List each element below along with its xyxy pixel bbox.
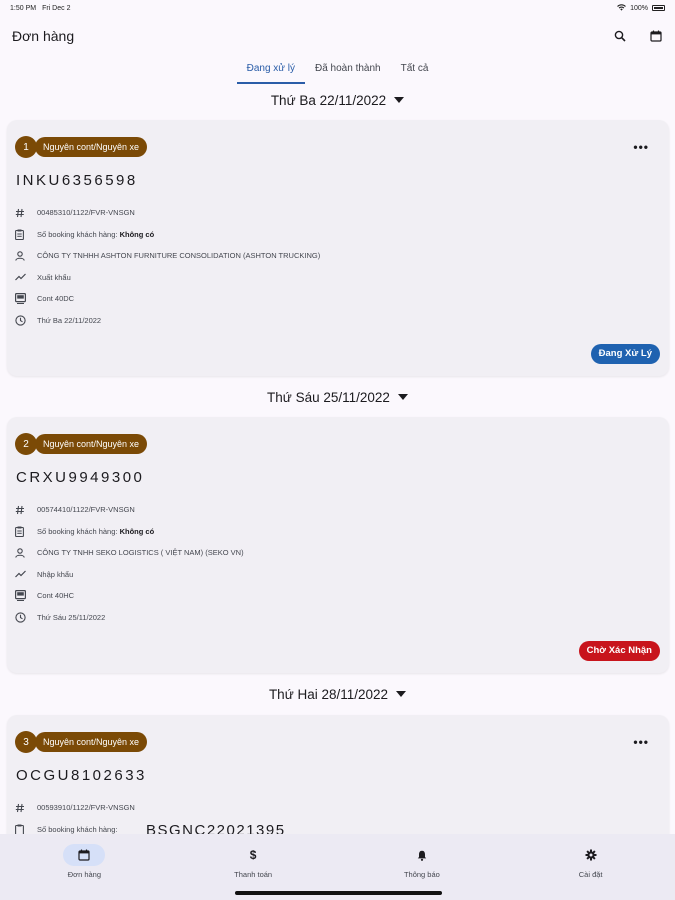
hash-icon (15, 207, 29, 219)
cont-type-row: Cont 40HC (15, 585, 244, 607)
date-group-header[interactable]: Thứ Sáu 25/11/2022 (0, 386, 675, 408)
status-bar: 1:50 PM Fri Dec 2 100% (0, 0, 675, 16)
battery-percent: 100% (630, 4, 648, 12)
tab-all[interactable]: Tất cả (391, 60, 439, 82)
nav-item-settings[interactable]: Cài đặt (506, 834, 675, 900)
trend-icon (15, 271, 29, 283)
gear-icon (570, 844, 612, 866)
order-code-row: 00593910/1122/FVR-VNSGN (15, 797, 135, 819)
battery-icon (652, 5, 665, 11)
chevron-down-icon (396, 691, 407, 697)
dollar-icon: $ (249, 848, 257, 862)
order-number-badge: 3 (15, 731, 37, 753)
booking-row: Số booking khách hàng: Không có (15, 521, 244, 543)
date-row: Thứ Sáu 25/11/2022 (15, 607, 244, 629)
tab-completed[interactable]: Đã hoàn thành (305, 60, 391, 82)
chevron-down-icon (394, 97, 405, 103)
search-icon[interactable] (613, 29, 627, 43)
customer-name: CÔNG TY TNHH SEKO LOGISTICS ( VIỆT NAM) … (37, 548, 244, 558)
clipboard-icon (15, 228, 29, 240)
status-badge: Đang Xử Lý (590, 344, 660, 364)
direction: Nhập khẩu (37, 569, 74, 579)
date-group-label: Thứ Hai 28/11/2022 (268, 686, 389, 702)
nav-label: Thanh toán (234, 870, 273, 879)
container-icon (15, 293, 29, 305)
order-type-badge: Nguyên cont/Nguyên xe (35, 434, 148, 454)
order-number-badge: 1 (15, 136, 37, 158)
order-code-row: 00574410/1122/FVR-VNSGN (15, 499, 244, 521)
trend-icon (15, 568, 29, 580)
hash-icon (15, 504, 29, 516)
calendar-icon[interactable] (649, 29, 663, 43)
clipboard-icon (15, 525, 29, 537)
direction-row: Xuất khẩu (15, 267, 320, 289)
date-group-header[interactable]: Thứ Ba 22/11/2022 (0, 89, 675, 111)
order-code: 00593910/1122/FVR-VNSGN (37, 803, 135, 813)
order-date: Thứ Ba 22/11/2022 (37, 315, 102, 325)
customer-row: CÔNG TY TNHHH ASHTON FURNITURE CONSOLIDA… (15, 245, 320, 267)
nav-item-orders[interactable]: Đơn hàng (0, 834, 169, 900)
container-number: CRXU9949300 (16, 469, 145, 486)
cont-type: Cont 40HC (37, 591, 75, 601)
booking-label: Số booking khách hàng: (37, 824, 118, 834)
person-icon (15, 250, 29, 262)
order-type-badge: Nguyên cont/Nguyên xe (35, 137, 148, 157)
tab-processing[interactable]: Đang xử lý (236, 60, 306, 84)
direction-row: Nhập khẩu (15, 564, 244, 586)
hash-icon (15, 802, 29, 814)
page-title: Đơn hàng (12, 28, 75, 44)
order-tabs: Đang xử lý Đã hoàn thành Tất cả (0, 60, 675, 84)
clock-icon (15, 611, 29, 623)
date-group-label: Thứ Ba 22/11/2022 (270, 92, 387, 108)
order-card[interactable]: 2 Nguyên cont/Nguyên xe CRXU9949300 0057… (7, 417, 669, 673)
chevron-down-icon (397, 394, 408, 400)
order-code: 00574410/1122/FVR-VNSGN (37, 505, 135, 515)
container-icon (15, 590, 29, 602)
more-options-icon[interactable]: ••• (633, 735, 649, 749)
cont-type-row: Cont 40DC (15, 288, 320, 310)
cont-type: Cont 40DC (37, 294, 75, 304)
container-number: INKU6356598 (16, 172, 138, 189)
status-badge: Chờ Xác Nhận (578, 641, 660, 661)
order-code-row: 00485310/1122/FVR-VNSGN (15, 202, 320, 224)
booking-label: Số booking khách hàng: (37, 526, 118, 536)
direction: Xuất khẩu (37, 272, 71, 282)
customer-name: CÔNG TY TNHHH ASHTON FURNITURE CONSOLIDA… (37, 251, 321, 261)
booking-label: Số booking khách hàng: (37, 229, 118, 239)
date-row: Thứ Ba 22/11/2022 (15, 310, 320, 332)
more-options-icon[interactable]: ••• (633, 140, 649, 154)
date-group-header[interactable]: Thứ Hai 28/11/2022 (0, 683, 675, 705)
nav-label: Đơn hàng (67, 870, 102, 879)
status-time: 1:50 PM (10, 4, 37, 12)
nav-label: Thông báo (403, 870, 440, 879)
bell-icon (401, 844, 443, 866)
order-date: Thứ Sáu 25/11/2022 (37, 612, 106, 622)
app-bar: Đơn hàng (0, 20, 675, 52)
person-icon (15, 547, 29, 559)
order-type-badge: Nguyên cont/Nguyên xe (35, 732, 148, 752)
booking-row: Số booking khách hàng: Không có (15, 224, 320, 246)
calendar-icon (63, 844, 106, 866)
order-card[interactable]: 1 Nguyên cont/Nguyên xe ••• INKU6356598 … (7, 120, 669, 376)
nav-label: Cài đặt (578, 870, 603, 879)
order-number-badge: 2 (15, 433, 37, 455)
home-indicator (235, 891, 442, 895)
date-group-label: Thứ Sáu 25/11/2022 (267, 389, 390, 405)
status-date: Fri Dec 2 (42, 4, 71, 12)
customer-row: CÔNG TY TNHH SEKO LOGISTICS ( VIỆT NAM) … (15, 542, 244, 564)
booking-value: Không có (119, 229, 155, 239)
wifi-icon (617, 3, 626, 13)
order-code: 00485310/1122/FVR-VNSGN (37, 208, 135, 218)
booking-value: Không có (119, 526, 155, 536)
clock-icon (15, 314, 29, 326)
container-number: OCGU8102633 (16, 767, 147, 784)
